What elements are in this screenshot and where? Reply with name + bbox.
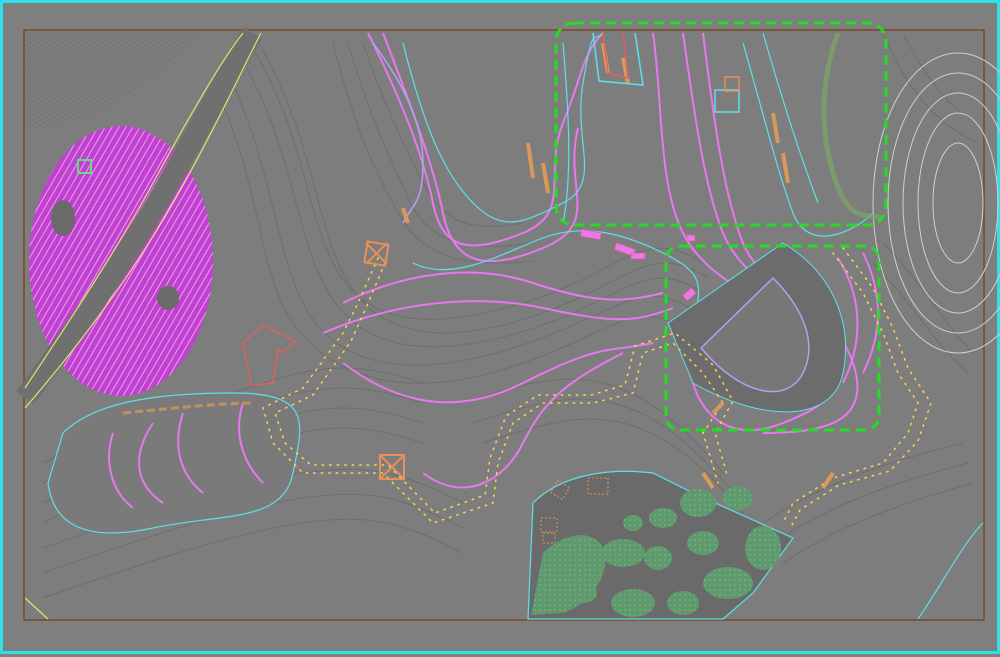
map-viewport[interactable] [0, 0, 1000, 654]
site-plan-drawing[interactable] [3, 3, 1000, 657]
